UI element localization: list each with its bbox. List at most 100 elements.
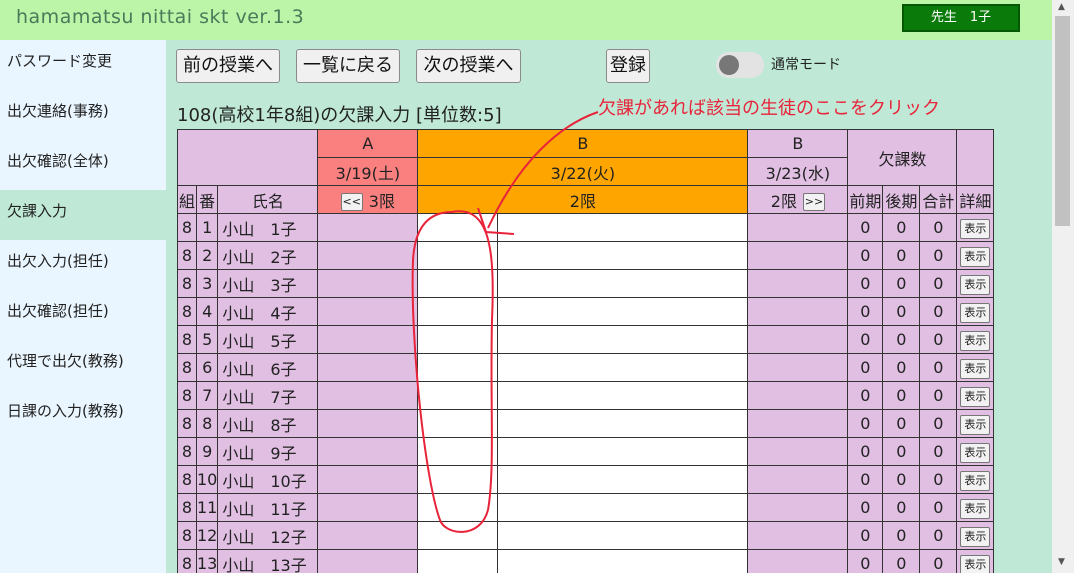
absence-cell-period-b2[interactable]: [747, 465, 849, 494]
detail-cell: 表示: [956, 493, 995, 522]
absence-cell-period-b-extra[interactable]: [497, 493, 749, 522]
number-cell: 5: [195, 325, 219, 354]
detail-button[interactable]: 表示: [960, 358, 991, 379]
first-term-count: 0: [847, 241, 884, 270]
absence-cell-period-a[interactable]: [317, 437, 419, 466]
number-cell: 11: [195, 493, 219, 522]
sidebar-item-proxy-attendance[interactable]: 代理で出欠(教務): [0, 340, 166, 390]
absence-cell-period-b-extra[interactable]: [497, 297, 749, 326]
absence-cell-period-b[interactable]: [417, 465, 499, 494]
absence-cell-period-a[interactable]: [317, 521, 419, 550]
next-class-button[interactable]: 次の授業へ: [416, 49, 521, 83]
col-header-detail: 詳細: [956, 185, 995, 214]
absence-cell-period-b[interactable]: [417, 269, 499, 298]
absence-cell-period-a[interactable]: [317, 213, 419, 242]
absence-cell-period-b2[interactable]: [747, 493, 849, 522]
absence-cell-period-b2[interactable]: [747, 521, 849, 550]
back-to-list-button[interactable]: 一覧に戻る: [296, 49, 400, 83]
absence-cell-period-b-extra[interactable]: [497, 269, 749, 298]
absence-cell-period-b[interactable]: [417, 213, 499, 242]
sidebar-item-attendance-contact[interactable]: 出欠連絡(事務): [0, 90, 166, 140]
detail-button[interactable]: 表示: [960, 470, 991, 491]
absence-cell-period-b[interactable]: [417, 521, 499, 550]
absence-cell-period-b2[interactable]: [747, 325, 849, 354]
absence-cell-period-b[interactable]: [417, 549, 499, 573]
detail-cell: 表示: [956, 381, 995, 410]
detail-button[interactable]: 表示: [960, 218, 991, 239]
absence-cell-period-b2[interactable]: [747, 381, 849, 410]
absence-cell-period-b[interactable]: [417, 493, 499, 522]
first-term-count: 0: [847, 409, 884, 438]
detail-button[interactable]: 表示: [960, 246, 991, 267]
scrollbar[interactable]: ▲ ▼: [1052, 0, 1074, 573]
table-row: 8 7 小山 7子 0 0 0 表示: [177, 381, 995, 410]
mode-toggle[interactable]: [716, 52, 764, 78]
total-count: 0: [919, 549, 958, 573]
sidebar-item-homeroom-entry[interactable]: 出欠入力(担任): [0, 240, 166, 290]
absence-cell-period-a[interactable]: [317, 409, 419, 438]
scroll-up-icon[interactable]: ▲: [1058, 2, 1065, 12]
absence-cell-period-b[interactable]: [417, 381, 499, 410]
number-cell: 13: [195, 549, 219, 573]
absence-cell-period-b2[interactable]: [747, 353, 849, 382]
table-row: 8 10 小山 10子 0 0 0 表示: [177, 465, 995, 494]
detail-button[interactable]: 表示: [960, 386, 991, 407]
absence-cell-period-b-extra[interactable]: [497, 465, 749, 494]
absence-cell-period-b-extra[interactable]: [497, 437, 749, 466]
scroll-down-icon[interactable]: ▼: [1058, 557, 1065, 567]
detail-button[interactable]: 表示: [960, 554, 991, 573]
detail-button[interactable]: 表示: [960, 302, 991, 323]
absence-cell-period-b[interactable]: [417, 297, 499, 326]
absence-cell-period-b2[interactable]: [747, 269, 849, 298]
sidebar-item-homeroom-check[interactable]: 出欠確認(担任): [0, 290, 166, 340]
absence-cell-period-a[interactable]: [317, 241, 419, 270]
app-title: hamamatsu nittai skt ver.1.3: [16, 6, 305, 28]
total-count: 0: [919, 241, 958, 270]
absence-cell-period-b-extra[interactable]: [497, 549, 749, 573]
absence-cell-period-b-extra[interactable]: [497, 241, 749, 270]
absence-cell-period-b[interactable]: [417, 325, 499, 354]
next-period-button[interactable]: >>: [802, 193, 825, 211]
absence-cell-period-b2[interactable]: [747, 409, 849, 438]
absence-cell-period-b-extra[interactable]: [497, 381, 749, 410]
absence-cell-period-b-extra[interactable]: [497, 409, 749, 438]
absence-cell-period-b[interactable]: [417, 437, 499, 466]
absence-cell-period-b[interactable]: [417, 241, 499, 270]
detail-button[interactable]: 表示: [960, 330, 991, 351]
detail-cell: 表示: [956, 521, 995, 550]
register-button[interactable]: 登録: [606, 49, 650, 83]
absence-cell-period-b[interactable]: [417, 409, 499, 438]
absence-cell-period-b[interactable]: [417, 353, 499, 382]
absence-cell-period-b-extra[interactable]: [497, 325, 749, 354]
sidebar-item-absence-entry[interactable]: 欠課入力: [0, 190, 166, 240]
absence-cell-period-b2[interactable]: [747, 297, 849, 326]
user-badge[interactable]: 先生 1子: [902, 4, 1020, 32]
sidebar-item-daily-schedule[interactable]: 日課の入力(教務): [0, 390, 166, 440]
absence-cell-period-a[interactable]: [317, 297, 419, 326]
absence-cell-period-b2[interactable]: [747, 241, 849, 270]
absence-cell-period-b2[interactable]: [747, 549, 849, 573]
toggle-knob: [719, 55, 739, 75]
absence-cell-period-b-extra[interactable]: [497, 353, 749, 382]
absence-cell-period-a[interactable]: [317, 549, 419, 573]
absence-cell-period-a[interactable]: [317, 465, 419, 494]
absence-cell-period-a[interactable]: [317, 493, 419, 522]
scroll-thumb[interactable]: [1055, 16, 1070, 226]
absence-cell-period-a[interactable]: [317, 325, 419, 354]
absence-cell-period-b2[interactable]: [747, 437, 849, 466]
sidebar-item-password[interactable]: パスワード変更: [0, 40, 166, 90]
absence-cell-period-a[interactable]: [317, 269, 419, 298]
absence-cell-period-a[interactable]: [317, 381, 419, 410]
absence-cell-period-b-extra[interactable]: [497, 521, 749, 550]
absence-cell-period-b-extra[interactable]: [497, 213, 749, 242]
sidebar-item-attendance-overview[interactable]: 出欠確認(全体): [0, 140, 166, 190]
detail-button[interactable]: 表示: [960, 414, 991, 435]
detail-button[interactable]: 表示: [960, 526, 991, 547]
detail-button[interactable]: 表示: [960, 274, 991, 295]
prev-class-button[interactable]: 前の授業へ: [176, 49, 280, 83]
prev-period-button[interactable]: <<: [340, 193, 363, 211]
detail-button[interactable]: 表示: [960, 442, 991, 463]
absence-cell-period-b2[interactable]: [747, 213, 849, 242]
detail-button[interactable]: 表示: [960, 498, 991, 519]
absence-cell-period-a[interactable]: [317, 353, 419, 382]
